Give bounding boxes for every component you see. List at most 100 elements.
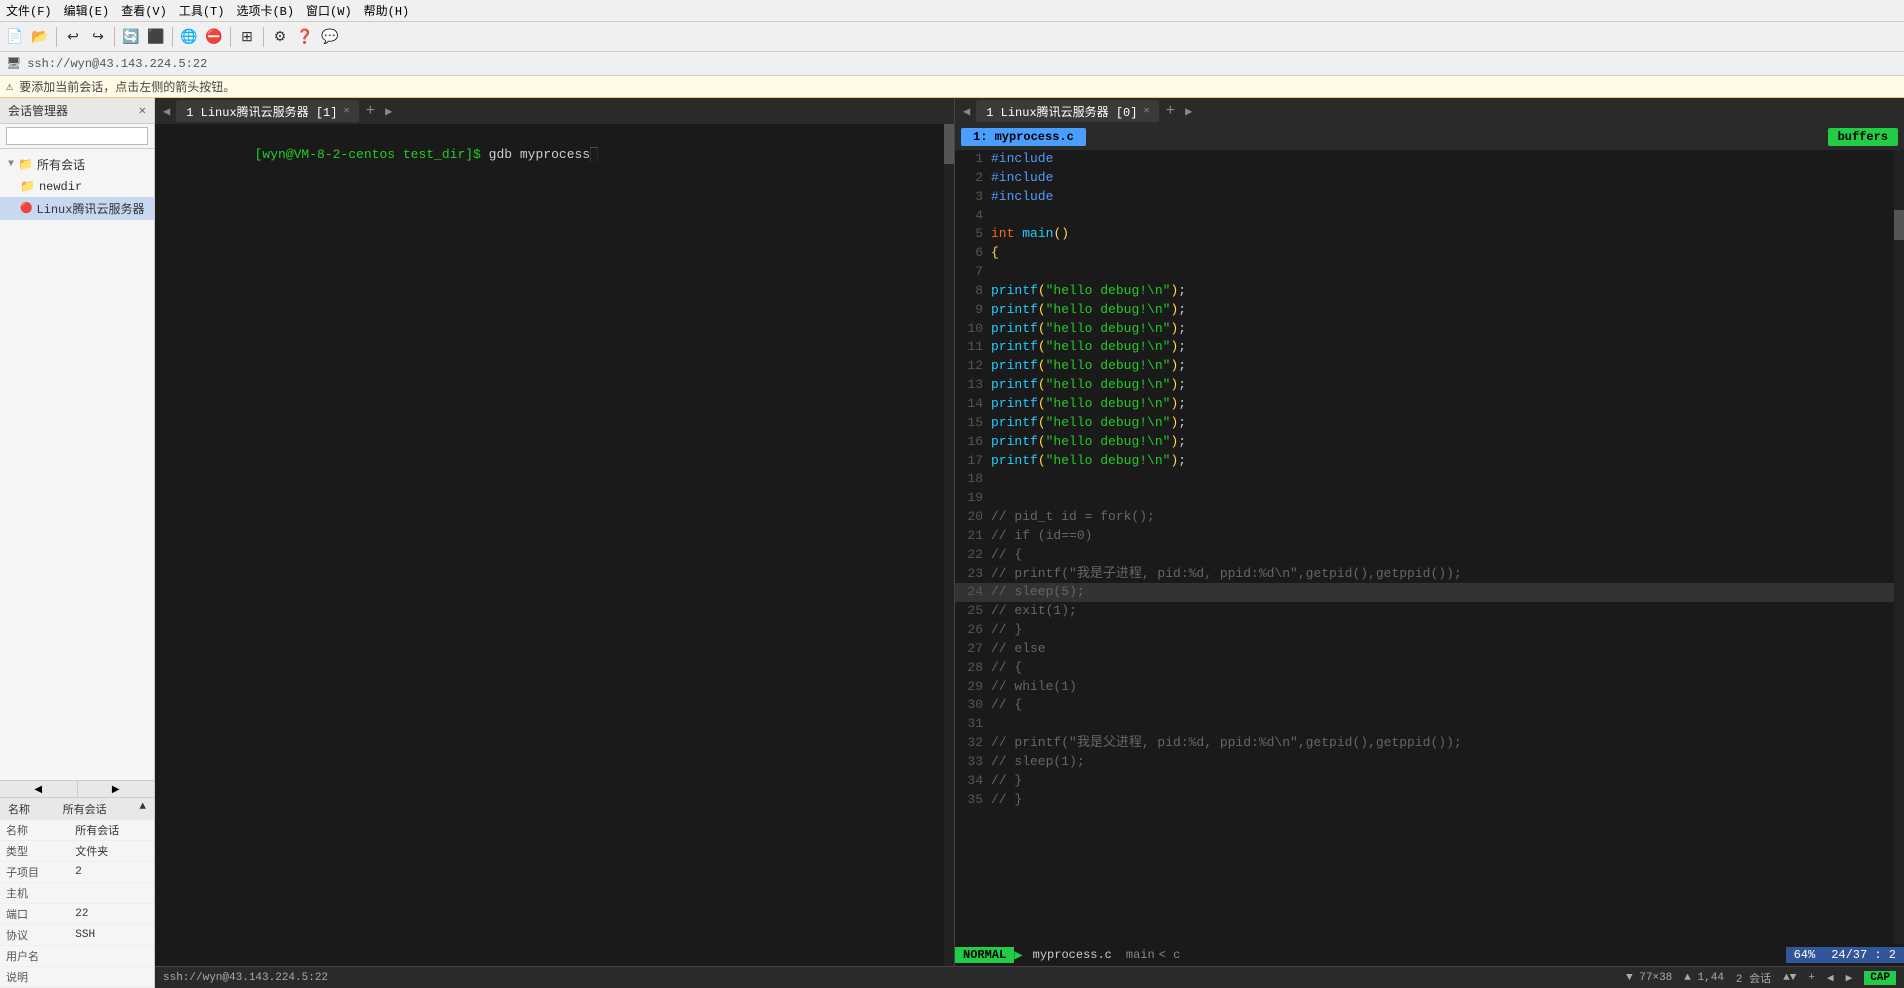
left-tab-active[interactable]: 1 Linux腾讯云服务器 [1] ✕ [176, 100, 359, 122]
help-icon-button[interactable]: ❓ [294, 26, 316, 48]
line-number: 18 [955, 470, 991, 489]
tab-add-btn[interactable]: + [361, 102, 379, 120]
left-tab-close[interactable]: ✕ [343, 105, 349, 117]
line-number: 19 [955, 489, 991, 508]
layout-button[interactable]: ⊞ [236, 26, 258, 48]
line-content: // else [991, 640, 1894, 659]
vim-lineinfo: 24/37 : 2 [1823, 947, 1904, 963]
status-nav-plus-left[interactable]: + [1808, 972, 1815, 984]
menu-file[interactable]: 文件(F) [6, 2, 52, 19]
left-scrollbar[interactable] [944, 124, 954, 966]
prop-value [69, 946, 154, 967]
toolbar-sep-5 [263, 27, 264, 47]
line-number: 6 [955, 244, 991, 263]
chat-button[interactable]: 💬 [319, 26, 341, 48]
new-button[interactable]: 📄 [4, 26, 26, 48]
vim-line: 32// printf("我是父进程, pid:%d, ppid:%d\n",g… [955, 734, 1894, 753]
prop-key: 协议 [0, 925, 69, 946]
line-content [991, 263, 1894, 282]
address-text: ssh://wyn@43.143.224.5:22 [27, 57, 207, 71]
vim-scrollbar[interactable] [1894, 150, 1904, 944]
status-nav-right[interactable]: ▶ [1846, 971, 1853, 985]
status-nav-left[interactable]: ◀ [1827, 971, 1834, 985]
toolbar-sep-1 [56, 27, 57, 47]
line-content: printf("hello debug!\n"); [991, 452, 1894, 471]
tab-right-arrow[interactable]: ▶ [381, 104, 396, 119]
vim-line: 13 printf("hello debug!\n"); [955, 376, 1894, 395]
right-tab-close[interactable]: ✕ [1143, 105, 1149, 117]
menu-tools[interactable]: 工具(T) [179, 2, 225, 19]
vim-line: 1#include [955, 150, 1894, 169]
stop-button[interactable]: ⬛ [145, 26, 167, 48]
vim-lines[interactable]: 1#include 2#include 3#include 45int main… [955, 150, 1894, 944]
line-number: 7 [955, 263, 991, 282]
tree-item-linux-server[interactable]: 🔴 Linux腾讯云服务器 [0, 197, 154, 220]
line-content: printf("hello debug!\n"); [991, 395, 1894, 414]
vim-line: 34// } [955, 772, 1894, 791]
right-tab-active[interactable]: 1 Linux腾讯云服务器 [0] ✕ [976, 100, 1159, 122]
props-expand-icon[interactable]: ▲ [139, 801, 146, 817]
line-number: 12 [955, 357, 991, 376]
line-content: printf("hello debug!\n"); [991, 282, 1894, 301]
tree-item-all-sessions[interactable]: ▼ 📁 所有会话 [0, 153, 154, 176]
tree-label-newdir: newdir [39, 180, 82, 194]
prop-key: 类型 [0, 841, 69, 862]
vim-line: 35// } [955, 791, 1894, 810]
prop-key: 用户名 [0, 946, 69, 967]
disconnect-button[interactable]: ⛔ [203, 26, 225, 48]
settings-button[interactable]: ⚙ [269, 26, 291, 48]
sidebar-close-icon[interactable]: ✕ [139, 103, 146, 118]
right-tab-left-arrow[interactable]: ◀ [959, 104, 974, 119]
line-number: 23 [955, 565, 991, 584]
vim-line: 14 printf("hello debug!\n"); [955, 395, 1894, 414]
line-number: 32 [955, 734, 991, 753]
line-number: 34 [955, 772, 991, 791]
line-content: // printf("我是子进程, pid:%d, ppid:%d\n",get… [991, 565, 1894, 584]
line-content: // pid_t id = fork(); [991, 508, 1894, 527]
line-content: // sleep(5); [991, 583, 1894, 602]
connect-button[interactable]: 🌐 [178, 26, 200, 48]
menu-help[interactable]: 帮助(H) [364, 2, 410, 19]
sidebar-search-area [0, 124, 154, 149]
scroll-left-btn[interactable]: ◀ [0, 781, 78, 797]
vim-buffers-btn[interactable]: buffers [1828, 128, 1898, 146]
open-button[interactable]: 📂 [29, 26, 51, 48]
notification-bar: ⚠ 要添加当前会话，点击左侧的箭头按钮。 [0, 76, 1904, 98]
vim-line: 9 printf("hello debug!\n"); [955, 301, 1894, 320]
tab-left-arrow[interactable]: ◀ [159, 104, 174, 119]
right-tab-right-arrow[interactable]: ▶ [1181, 104, 1196, 119]
menu-window[interactable]: 窗口(W) [306, 2, 352, 19]
menu-tabs[interactable]: 选项卡(B) [236, 2, 294, 19]
cursor-icon: ▲ [1684, 972, 1691, 984]
status-session-arrows: ▲▼ [1783, 972, 1796, 984]
vim-line: 17 printf("hello debug!\n"); [955, 452, 1894, 471]
left-pane: ◀ 1 Linux腾讯云服务器 [1] ✕ + ▶ [wyn@VM-8-2-ce… [155, 98, 955, 966]
vim-line: 33// sleep(1); [955, 753, 1894, 772]
prop-value: 2 [69, 862, 154, 883]
vim-filename-tab[interactable]: 1: myprocess.c [961, 128, 1086, 146]
line-content: #include [991, 150, 1894, 169]
right-tab-add-btn[interactable]: + [1161, 102, 1179, 120]
vim-line: 12 printf("hello debug!\n"); [955, 357, 1894, 376]
menu-edit[interactable]: 编辑(E) [64, 2, 110, 19]
vim-scroll-thumb [1894, 210, 1904, 240]
menu-view[interactable]: 查看(V) [121, 2, 167, 19]
scroll-right-btn[interactable]: ▶ [78, 781, 155, 797]
right-tab-label: 1 Linux腾讯云服务器 [0] [986, 103, 1137, 120]
undo-button[interactable]: ↩ [62, 26, 84, 48]
terminal-cursor: █ [590, 147, 598, 162]
redo-button[interactable]: ↪ [87, 26, 109, 48]
sidebar-title: 会话管理器 [8, 102, 68, 119]
vim-line: 4 [955, 207, 1894, 226]
line-content: #include [991, 169, 1894, 188]
prop-value [69, 967, 154, 988]
line-content: // if (id==0) [991, 527, 1894, 546]
search-input[interactable] [6, 127, 148, 145]
vim-line: 21// if (id==0) [955, 527, 1894, 546]
prop-row: 协议SSH [0, 925, 154, 946]
props-name-label: 名称 [8, 801, 30, 817]
left-terminal-content[interactable]: [wyn@VM-8-2-centos test_dir]$ gdb myproc… [155, 124, 944, 966]
tree-item-newdir[interactable]: 📁 newdir [0, 176, 154, 197]
refresh-button[interactable]: 🔄 [120, 26, 142, 48]
line-content: // while(1) [991, 678, 1894, 697]
